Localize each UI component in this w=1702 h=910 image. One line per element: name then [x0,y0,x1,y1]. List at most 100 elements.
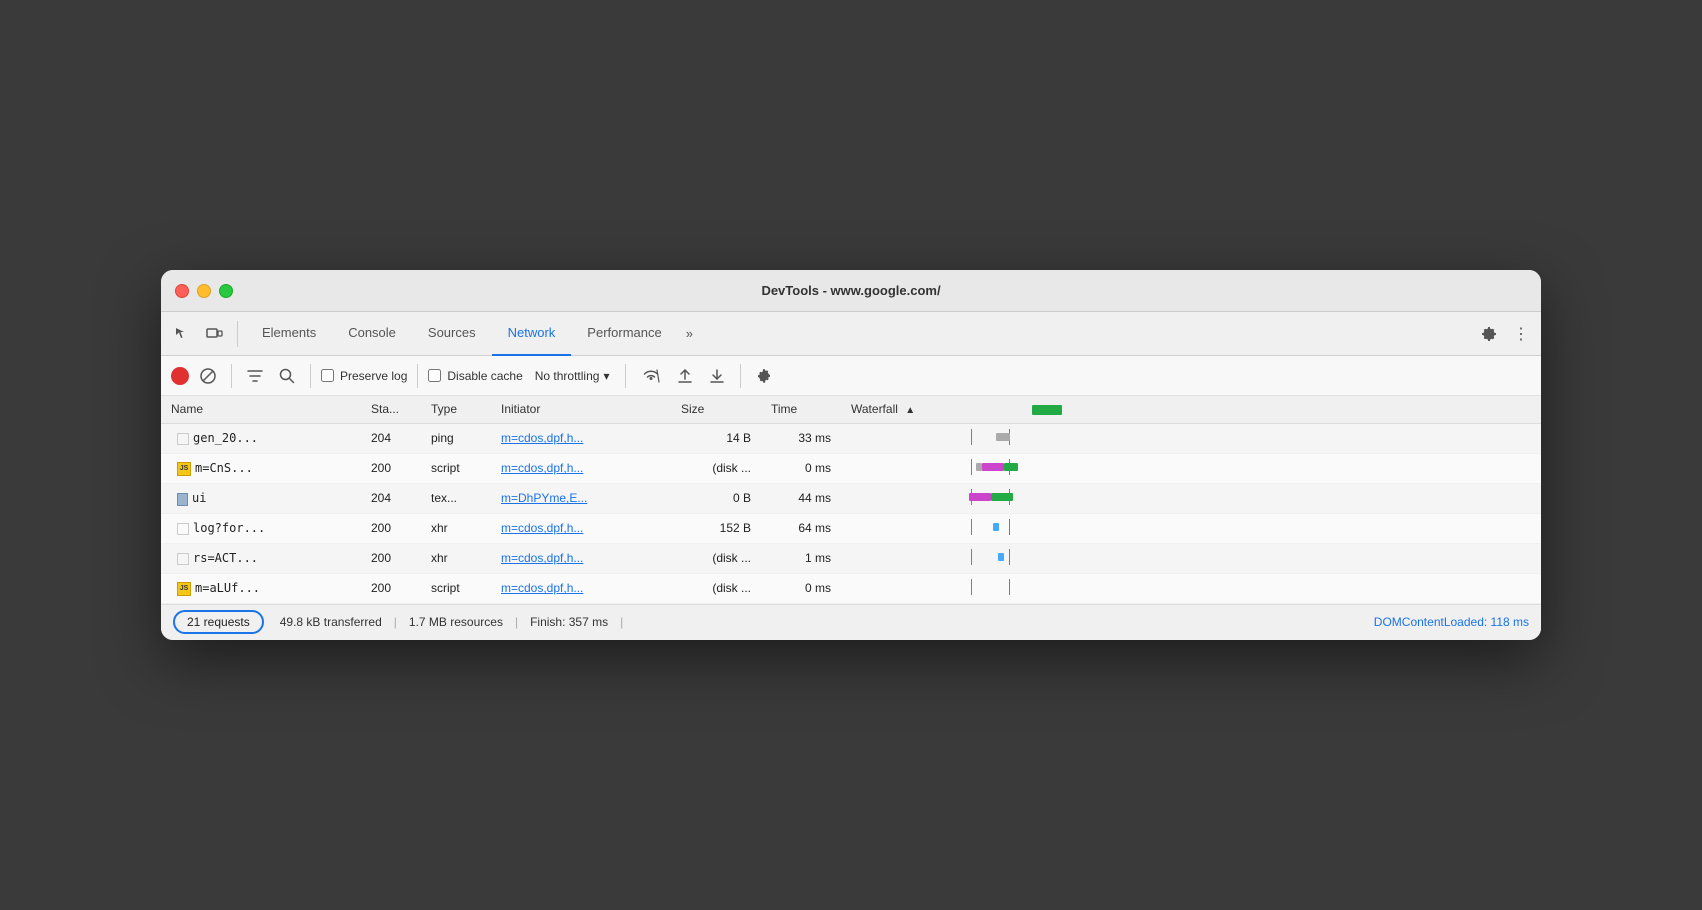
tab-sources[interactable]: Sources [412,312,492,356]
cell-status: 200 [361,453,421,483]
disable-cache-label[interactable]: Disable cache [428,369,522,383]
cell-status: 204 [361,483,421,513]
cell-size: (disk ... [671,453,761,483]
cell-name: log?for... [161,513,361,543]
cell-waterfall [841,513,1541,543]
col-name[interactable]: Name [161,396,361,423]
divider-5 [740,364,741,388]
top-tabs-right: ⋮ [1477,320,1533,348]
cell-status: 200 [361,543,421,573]
cell-initiator[interactable]: m=cdos,dpf,h... [491,573,671,603]
col-waterfall[interactable]: Waterfall ▲ [841,396,1541,423]
cell-status: 204 [361,423,421,453]
table-row[interactable]: ui 204 tex... m=DhPYme,E... 0 B 44 ms [161,483,1541,513]
requests-count: 21 requests [173,610,264,634]
cell-initiator[interactable]: m=cdos,dpf,h... [491,453,671,483]
network-toolbar: Preserve log Disable cache No throttling… [161,356,1541,396]
divider-1 [231,364,232,388]
status-bar: 21 requests 49.8 kB transferred | 1.7 MB… [161,604,1541,640]
cell-time: 64 ms [761,513,841,543]
table-row[interactable]: rs=ACT... 200 xhr m=cdos,dpf,h... (disk … [161,543,1541,573]
cell-initiator[interactable]: m=cdos,dpf,h... [491,543,671,573]
cell-type: tex... [421,483,491,513]
titlebar: DevTools - www.google.com/ [161,270,1541,312]
cell-name: gen_20... [161,423,361,453]
cell-time: 0 ms [761,573,841,603]
finish-time: Finish: 357 ms [530,615,608,629]
dom-content-loaded: DOMContentLoaded: 118 ms [1374,615,1529,629]
settings-icon[interactable] [1477,322,1501,346]
table-row[interactable]: JSm=aLUf... 200 script m=cdos,dpf,h... (… [161,573,1541,603]
cell-size: 14 B [671,423,761,453]
close-button[interactable] [175,284,189,298]
col-initiator[interactable]: Initiator [491,396,671,423]
cell-size: (disk ... [671,543,761,573]
disable-cache-checkbox[interactable] [428,369,441,382]
table-header-row: Name Sta... Type Initiator Size [161,396,1541,423]
cell-type: xhr [421,543,491,573]
cell-time: 33 ms [761,423,841,453]
col-time[interactable]: Time [761,396,841,423]
cell-type: ping [421,423,491,453]
cell-initiator[interactable]: m=cdos,dpf,h... [491,423,671,453]
table-row[interactable]: gen_20... 204 ping m=cdos,dpf,h... 14 B … [161,423,1541,453]
cell-status: 200 [361,573,421,603]
sort-arrow-icon: ▲ [905,405,915,416]
resources-size: 1.7 MB resources [409,615,503,629]
cell-type: xhr [421,513,491,543]
divider-2 [310,364,311,388]
maximize-button[interactable] [219,284,233,298]
cell-size: 0 B [671,483,761,513]
network-table: Name Sta... Type Initiator Size [161,396,1541,604]
cell-status: 200 [361,513,421,543]
network-table-area: Name Sta... Type Initiator Size [161,396,1541,604]
clear-icon[interactable] [195,365,221,387]
col-status[interactable]: Sta... [361,396,421,423]
cell-initiator[interactable]: m=DhPYme,E... [491,483,671,513]
divider-3 [417,364,418,388]
devtools-icons [169,321,238,347]
cell-time: 0 ms [761,453,841,483]
upload-icon[interactable] [672,365,698,387]
more-options-icon[interactable]: ⋮ [1509,320,1533,348]
table-row[interactable]: log?for... 200 xhr m=cdos,dpf,h... 152 B… [161,513,1541,543]
cell-size: (disk ... [671,573,761,603]
inspect-icon[interactable] [169,321,195,347]
cell-waterfall [841,423,1541,453]
cell-time: 44 ms [761,483,841,513]
filter-icon[interactable] [242,365,268,387]
window-title: DevTools - www.google.com/ [761,283,940,298]
record-button[interactable] [171,367,189,385]
cell-type: script [421,453,491,483]
cell-waterfall [841,483,1541,513]
cell-name: ui [161,483,361,513]
throttle-selector[interactable]: No throttling ▾ [529,366,616,386]
tab-console[interactable]: Console [332,312,412,356]
cell-time: 1 ms [761,543,841,573]
preserve-log-label[interactable]: Preserve log [321,369,407,383]
network-settings-icon[interactable] [751,365,777,387]
transferred-size: 49.8 kB transferred [280,615,382,629]
tab-more[interactable]: » [678,326,701,341]
cell-initiator[interactable]: m=cdos,dpf,h... [491,513,671,543]
device-toolbar-icon[interactable] [201,321,227,347]
table-row[interactable]: JSm=CnS... 200 script m=cdos,dpf,h... (d… [161,453,1541,483]
minimize-button[interactable] [197,284,211,298]
search-icon[interactable] [274,365,300,387]
tab-elements[interactable]: Elements [246,312,332,356]
tab-network[interactable]: Network [492,312,572,356]
preserve-log-checkbox[interactable] [321,369,334,382]
cell-size: 152 B [671,513,761,543]
traffic-lights [175,284,233,298]
col-size[interactable]: Size [671,396,761,423]
cell-name: JSm=CnS... [161,453,361,483]
cell-waterfall [841,543,1541,573]
devtools-window: DevTools - www.google.com/ [161,270,1541,640]
tab-performance[interactable]: Performance [571,312,677,356]
download-icon[interactable] [704,365,730,387]
cell-waterfall [841,453,1541,483]
wifi-icon[interactable] [636,365,666,387]
top-tabs-bar: Elements Console Sources Network Perform… [161,312,1541,356]
cell-name: rs=ACT... [161,543,361,573]
col-type[interactable]: Type [421,396,491,423]
